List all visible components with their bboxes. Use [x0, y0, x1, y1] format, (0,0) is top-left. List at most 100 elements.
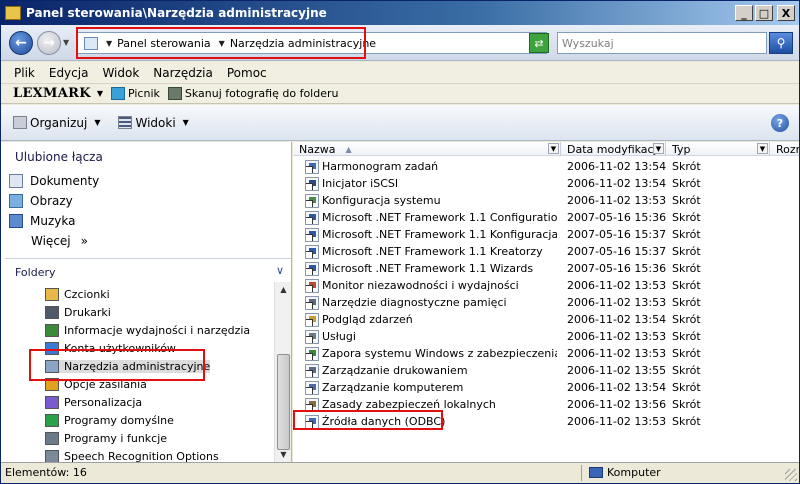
fav-pictures[interactable]: Obrazy [9, 194, 73, 208]
tree-item[interactable]: Personalizacja [45, 396, 142, 409]
sort-ascending-icon: ▲ [345, 144, 352, 154]
breadcrumb-admin-tools[interactable]: Narzędzia administracyjne [230, 37, 376, 50]
file-row[interactable]: Konfiguracja systemu 2006-11-02 13:53 Sk… [293, 192, 799, 209]
tree-item[interactable]: Drukarki [45, 306, 111, 319]
lexmark-logo[interactable]: LEXMARK [13, 86, 91, 101]
search-input[interactable]: Wyszukaj [557, 32, 767, 54]
shortcut-icon [305, 261, 319, 276]
file-row[interactable]: Źródła danych (ODBC) 2006-11-02 13:53 Sk… [293, 413, 799, 430]
file-type: Skrót [672, 381, 701, 394]
lexmark-toolbar: LEXMARK ▼ Picnik Skanuj fotografię do fo… [1, 84, 799, 104]
tree-item-label: Programy domyślne [64, 414, 174, 427]
tree-item[interactable]: Konta użytkowników [45, 342, 176, 355]
breadcrumb-control-panel[interactable]: Panel sterowania [117, 37, 211, 50]
folders-header[interactable]: Foldery [15, 266, 56, 279]
organize-button[interactable]: Organizuj ▼ [13, 116, 100, 130]
performance-icon [45, 324, 59, 337]
file-row[interactable]: Zasady zabezpieczeń lokalnych 2006-11-02… [293, 396, 799, 413]
tree-item[interactable]: Programy domyślne [45, 414, 174, 427]
picnik-button[interactable]: Picnik [110, 87, 160, 100]
chevron-right-icon[interactable]: ▼ [106, 39, 112, 48]
file-name: Zapora systemu Windows z zabezpieczeniam… [322, 347, 557, 360]
help-button[interactable]: ? [771, 114, 789, 132]
shortcut-icon [305, 210, 319, 225]
tree-item[interactable]: Opcje zasilania [45, 378, 147, 391]
chevron-right-icon[interactable]: ▼ [219, 39, 225, 48]
column-filter-dropdown[interactable]: ▼ [757, 143, 768, 154]
column-filter-dropdown[interactable]: ▼ [548, 143, 559, 154]
menu-view[interactable]: Widok [95, 66, 146, 80]
title-bar[interactable]: Panel sterowania\Narzędzia administracyj… [1, 1, 799, 25]
shortcut-icon [305, 278, 319, 293]
file-row[interactable]: Microsoft .NET Framework 1.1 Wizards 200… [293, 260, 799, 277]
refresh-button[interactable]: ⇄ [529, 33, 549, 53]
views-icon [118, 116, 133, 129]
file-row[interactable]: Usługi 2006-11-02 13:53 Skrót [293, 328, 799, 345]
file-row[interactable]: Microsoft .NET Framework 1.1 Kreatorzy 2… [293, 243, 799, 260]
lexmark-dropdown[interactable]: ▼ [97, 89, 103, 98]
file-row[interactable]: Microsoft .NET Framework 1.1 Configurati… [293, 209, 799, 226]
forward-button[interactable]: → [37, 31, 61, 55]
tree-item[interactable]: Speech Recognition Options [45, 450, 219, 462]
file-type: Skrót [672, 177, 701, 190]
file-type: Skrót [672, 330, 701, 343]
scroll-down-icon[interactable]: ▼ [277, 448, 290, 461]
computer-icon [589, 467, 603, 478]
views-button[interactable]: Widoki ▼ [118, 116, 189, 130]
scroll-up-icon[interactable]: ▲ [277, 283, 290, 296]
file-date: 2006-11-02 13:53 [567, 296, 667, 309]
file-name: Microsoft .NET Framework 1.1 Configurati… [322, 211, 557, 224]
resize-grip[interactable] [785, 469, 797, 481]
chevron-down-icon: ▼ [94, 118, 101, 127]
column-type[interactable]: Typ ▼ [666, 142, 770, 156]
scan-photo-button[interactable]: Skanuj fotografię do folderu [167, 87, 338, 100]
tree-scrollbar[interactable]: ▲ ▼ [274, 282, 291, 462]
address-bar[interactable]: ▼ Panel sterowania ▼ Narzędzia administr… [77, 32, 547, 54]
fav-documents[interactable]: Dokumenty [9, 174, 99, 188]
column-date[interactable]: Data modyfikacji ▼ [561, 142, 666, 156]
menu-help[interactable]: Pomoc [220, 66, 274, 80]
shortcut-icon [305, 414, 319, 429]
back-arrow-icon: ← [15, 35, 27, 51]
file-type: Skrót [672, 228, 701, 241]
file-row[interactable]: Microsoft .NET Framework 1.1 Konfiguracj… [293, 226, 799, 243]
file-row[interactable]: Monitor niezawodności i wydajności 2006-… [293, 277, 799, 294]
file-row[interactable]: Narzędzie diagnostyczne pamięci 2006-11-… [293, 294, 799, 311]
column-filter-dropdown[interactable]: ▼ [653, 143, 664, 154]
recent-pages-dropdown[interactable]: ▼ [63, 38, 69, 47]
file-date: 2007-05-16 15:37 [567, 228, 667, 241]
file-row[interactable]: Inicjator iSCSI 2006-11-02 13:54 Skrót [293, 175, 799, 192]
column-size[interactable]: Rozmiar [770, 142, 799, 156]
tree-item-label: Personalizacja [64, 396, 143, 409]
shortcut-icon [305, 176, 319, 191]
file-type: Skrót [672, 296, 701, 309]
menu-file[interactable]: Plik [7, 66, 42, 80]
file-row[interactable]: Zarządzanie komputerem 2006-11-02 13:54 … [293, 379, 799, 396]
file-name: Microsoft .NET Framework 1.1 Kreatorzy [322, 245, 543, 258]
file-row[interactable]: Harmonogram zadań 2006-11-02 13:54 Skrót [293, 158, 799, 175]
chevron-down-icon[interactable]: ∨ [276, 264, 284, 277]
close-button[interactable]: X [777, 5, 795, 21]
tree-item[interactable]: Informacje wydajności i narzędzia [45, 324, 250, 337]
back-button[interactable]: ← [9, 31, 33, 55]
menu-edit[interactable]: Edycja [42, 66, 96, 80]
column-size-label: Rozmiar [776, 142, 799, 156]
file-row[interactable]: Zarządzanie drukowaniem 2006-11-02 13:55… [293, 362, 799, 379]
tree-item-label: Konta użytkowników [64, 342, 176, 355]
menu-tools[interactable]: Narzędzia [146, 66, 220, 80]
fav-music[interactable]: Muzyka [9, 214, 75, 228]
file-type: Skrót [672, 398, 701, 411]
tree-item[interactable]: Czcionki [45, 288, 110, 301]
scrollbar-thumb[interactable] [277, 354, 290, 450]
pane-divider [5, 258, 291, 259]
column-name[interactable]: Nazwa ▲ ▼ [293, 142, 561, 156]
search-button[interactable]: ⚲ [769, 32, 793, 54]
more-links[interactable]: Więcej » [31, 234, 88, 248]
maximize-button[interactable]: □ [755, 5, 773, 21]
tree-item[interactable]: Programy i funkcje [45, 432, 167, 445]
file-date: 2006-11-02 13:54 [567, 177, 667, 190]
minimize-button[interactable]: _ [735, 5, 753, 21]
tree-item-selected[interactable]: Narzędzia administracyjne [45, 360, 211, 373]
file-row[interactable]: Zapora systemu Windows z zabezpieczeniam… [293, 345, 799, 362]
file-row[interactable]: Podgląd zdarzeń 2006-11-02 13:54 Skrót [293, 311, 799, 328]
